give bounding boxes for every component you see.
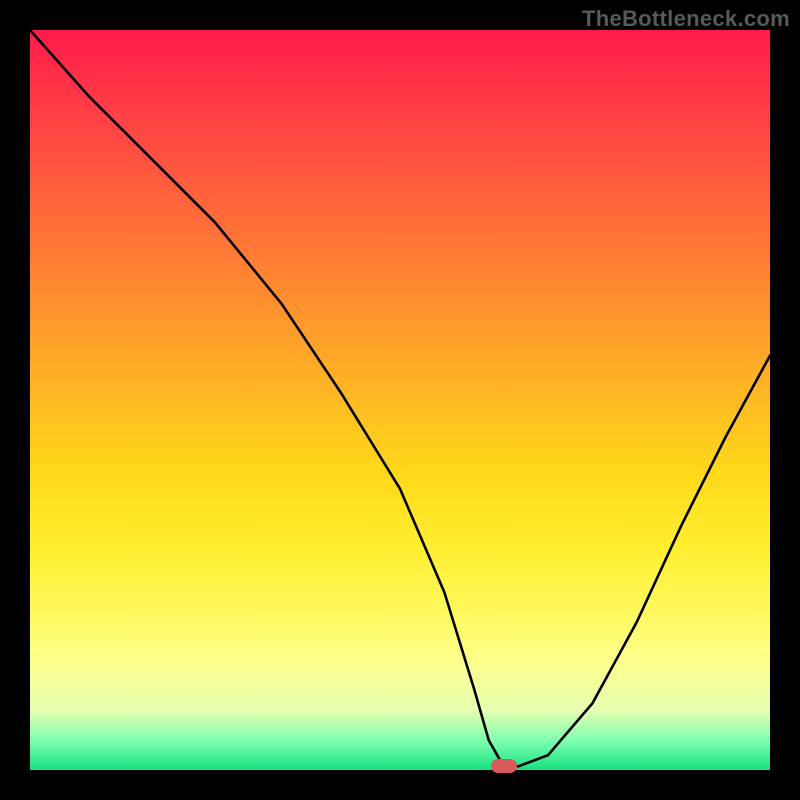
bottleneck-curve (30, 30, 770, 766)
curve-svg (30, 30, 770, 770)
chart-frame: TheBottleneck.com (0, 0, 800, 800)
plot-area (30, 30, 770, 770)
optimum-marker (491, 759, 517, 773)
attribution-label: TheBottleneck.com (582, 6, 790, 32)
